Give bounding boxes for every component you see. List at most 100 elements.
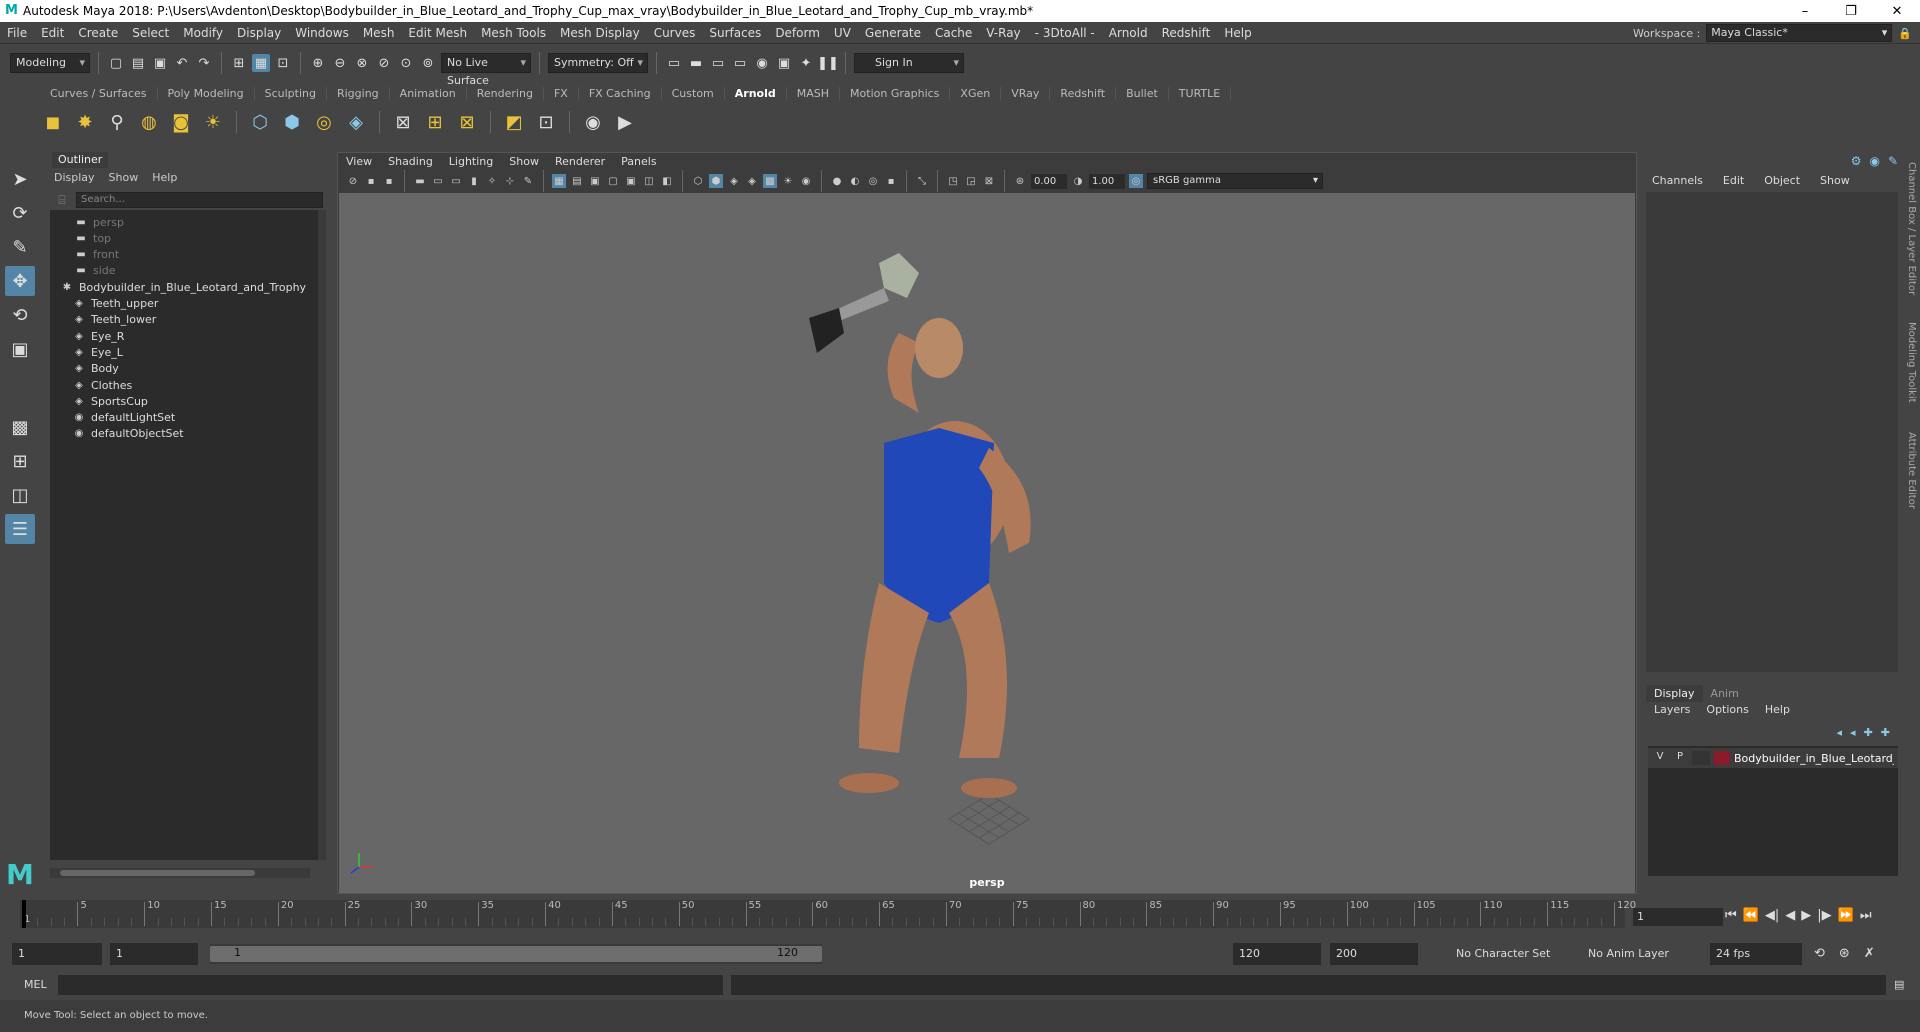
camera-attr-icon[interactable]: ▪ [364,174,378,188]
pause-icon[interactable]: ❚❚ [817,54,839,72]
lasso-tool-icon[interactable]: ⟳ [5,198,35,228]
standin-icon[interactable]: ⬡ [247,109,273,135]
time-cursor[interactable] [22,900,26,928]
channel-tool-icon[interactable]: ✎ [1888,154,1898,168]
menu-uv[interactable]: UV [827,26,858,40]
render-stats-icon[interactable]: ⊠ [454,109,480,135]
preferences-icon[interactable]: ✗ [1864,946,1875,961]
range-bar[interactable]: 1 120 [210,944,822,964]
export-standin-icon[interactable]: ⬢ [279,109,305,135]
sign-in-dropdown[interactable]: Sign In [854,53,964,73]
render-sequence-icon[interactable]: ▬ [687,54,705,72]
backface-icon[interactable]: ▪ [884,174,898,188]
layer-color-swatch[interactable] [1714,751,1730,765]
layer-visibility-toggle[interactable]: V [1652,751,1668,765]
rotate-tool-icon[interactable]: ⟲ [5,300,35,330]
layer-menu-help[interactable]: Help [1765,703,1790,716]
shelf-tab-mash[interactable]: MASH [787,87,841,100]
menu-deform[interactable]: Deform [768,26,827,40]
loop-icon[interactable]: ⟲ [1814,946,1825,961]
viewport-menu-lighting[interactable]: Lighting [449,155,493,168]
menu-redshift[interactable]: Redshift [1155,26,1218,40]
layer-display-type-toggle[interactable] [1692,751,1710,765]
lock-icon[interactable]: 🔒 [1898,27,1912,40]
move-tool-icon[interactable]: ✥ [5,266,35,296]
safe-action-icon[interactable]: ⊹ [503,174,517,188]
menu-3dtoall[interactable]: - 3DtoAll - [1028,26,1102,40]
wireframe-icon[interactable]: ▤ [570,174,584,188]
xray-active-icon[interactable]: ◎ [866,174,880,188]
channel-menu-object[interactable]: Object [1764,174,1800,187]
shadows-icon[interactable]: ◈ [727,174,741,188]
depth-of-field-icon[interactable]: ◉ [799,174,813,188]
screen-space-ao-icon[interactable]: ◈ [745,174,759,188]
layer-row[interactable]: V P Bodybuilder_in_Blue_Leotard_a [1648,748,1898,768]
go-to-start-icon[interactable]: ⏮ [1725,908,1737,923]
photometric-light-icon[interactable]: ⚲ [104,109,130,135]
scroll-thumb[interactable] [60,870,255,876]
ipr-render-icon[interactable]: ▭ [709,54,727,72]
shelf-tab-redshift[interactable]: Redshift [1050,87,1117,100]
shelf-tab-curves-surfaces[interactable]: Curves / Surfaces [40,87,158,100]
command-input[interactable] [58,975,723,995]
step-back-frame-icon[interactable]: ◀| [1765,908,1779,923]
minimize-button[interactable]: – [1782,0,1828,22]
color-management-icon[interactable]: ◎ [1129,174,1143,188]
menuset-dropdown[interactable]: Modeling [10,53,90,73]
new-scene-icon[interactable]: ▢ [107,54,125,72]
menu-windows[interactable]: Windows [288,26,356,40]
auto-key-icon[interactable]: ⊛ [1839,946,1850,961]
live-surface-dropdown[interactable]: No Live Surface [441,53,531,87]
playback-end-field[interactable]: 120 [1233,943,1321,965]
menu-curves[interactable]: Curves [647,26,703,40]
shader-ball-icon[interactable]: ⊡ [533,109,559,135]
motion-blur-icon[interactable]: ▩ [763,174,777,188]
render-frame-icon[interactable]: ▭ [665,54,683,72]
shelf-tab-custom[interactable]: Custom [662,87,725,100]
workspace-dropdown[interactable]: Maya Classic* [1706,24,1893,42]
light-portal-icon[interactable]: ◙ [168,109,194,135]
render-view-eye-icon[interactable]: ◉ [580,109,606,135]
side-tab-channel-box[interactable]: Channel Box / Layer Editor [1906,162,1917,295]
render-view-icon[interactable]: ▣ [775,54,793,72]
undo-icon[interactable]: ↶ [173,54,191,72]
hud-icon[interactable]: ◳ [946,174,960,188]
menu-surfaces[interactable]: Surfaces [702,26,768,40]
grid-icon[interactable]: ▦ [552,174,566,188]
move-layer-up-icon[interactable]: ◂ [1837,726,1843,739]
gamma-field[interactable]: 1.00 [1089,173,1125,189]
shelf-tab-sculpting[interactable]: Sculpting [255,87,327,100]
flush-textures-icon[interactable]: ⊠ [390,109,416,135]
mesh-light-icon[interactable]: ✸ [72,109,98,135]
shelf-tab-motion-graphics[interactable]: Motion Graphics [840,87,951,100]
stereo-icon[interactable]: ⊠ [982,174,996,188]
layer-tab-display[interactable]: Display [1646,685,1703,702]
shelf-tab-rigging[interactable]: Rigging [327,87,390,100]
menu-v-ray[interactable]: V-Ray [979,26,1027,40]
camera-icon[interactable]: ◲ [964,174,978,188]
scale-tool-icon[interactable]: ▣ [5,334,35,364]
scene-end-field[interactable]: 200 [1330,943,1418,965]
snap-projected-icon[interactable]: ⊚ [419,54,437,72]
single-perspective-view-icon[interactable]: ▩ [5,412,35,442]
lights-icon[interactable]: ⬢ [709,174,723,188]
menu-cache[interactable]: Cache [928,26,979,40]
xray-joints-icon[interactable]: ◐ [848,174,862,188]
vray-render-icon[interactable]: ✦ [797,54,815,72]
save-scene-icon[interactable]: ▣ [151,54,169,72]
volume-icon[interactable]: ◎ [311,109,337,135]
step-forward-frame-icon[interactable]: |▶ [1817,908,1831,923]
outliner-vscrollbar[interactable] [318,210,326,860]
maximize-button[interactable]: ❐ [1828,0,1874,22]
multisample-aa-icon[interactable]: ☀ [781,174,795,188]
menu-help[interactable]: Help [1217,26,1258,40]
field-chart-icon[interactable]: ✧ [485,174,499,188]
shelf-tab-arnold[interactable]: Arnold [725,87,787,100]
move-layer-down-icon[interactable]: ◂ [1850,726,1856,739]
menu-mesh-display[interactable]: Mesh Display [553,26,647,40]
side-by-side-view-icon[interactable]: ◫ [5,480,35,510]
step-back-key-icon[interactable]: ⏪ [1743,908,1759,923]
shelf-tab-bullet[interactable]: Bullet [1116,87,1169,100]
outliner-item[interactable]: ◉ defaultObjectSet [50,424,318,444]
symmetry-dropdown[interactable]: Symmetry: Off [548,53,648,73]
